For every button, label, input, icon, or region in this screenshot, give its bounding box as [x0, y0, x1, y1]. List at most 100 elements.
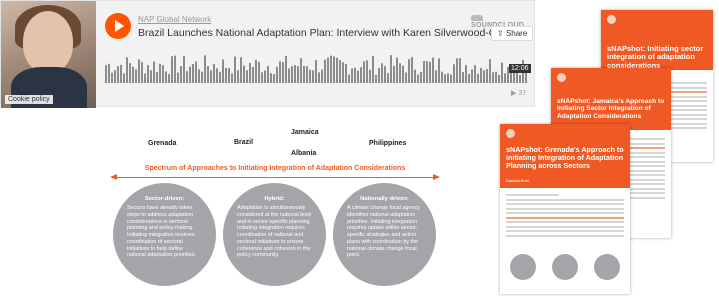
waveform-bar	[399, 63, 401, 83]
waveform-bar	[318, 72, 320, 83]
waveform-bar	[306, 66, 308, 83]
waveform-bar	[483, 70, 485, 83]
waveform-bar	[249, 62, 251, 83]
waveform-bar	[435, 70, 437, 83]
waveform-bar	[357, 70, 359, 83]
spectrum-arrow-line	[116, 177, 434, 178]
waveform-bar	[219, 71, 221, 83]
waveform-bar	[339, 60, 341, 83]
waveform-bar	[267, 65, 269, 83]
mini-circle	[552, 254, 578, 280]
waveform-bar	[420, 71, 422, 83]
waveform-bar	[261, 72, 263, 83]
waveform-bar	[210, 70, 212, 83]
waveform-bar	[198, 69, 200, 83]
waveform-bar	[369, 69, 371, 83]
arrow-left-icon	[110, 174, 117, 180]
waveform-bar	[108, 63, 110, 83]
waveform-bar	[459, 58, 461, 83]
waveform-bar	[228, 67, 230, 83]
waveform-bar	[480, 67, 482, 83]
waveform-bar	[174, 55, 176, 83]
waveform-bar	[438, 58, 440, 83]
waveform-bar	[408, 59, 410, 83]
waveform-bar	[255, 59, 257, 83]
waveform-bar	[360, 67, 362, 83]
waveform-bar	[441, 71, 443, 83]
country-philippines: Philippines	[369, 140, 407, 147]
waveform-bar	[396, 57, 398, 83]
approach-nationally-driven: Nationally driven: A climate change foca…	[333, 183, 436, 286]
waveform-bar	[336, 57, 338, 83]
play-button[interactable]	[105, 13, 131, 39]
waveform-bar	[474, 65, 476, 83]
waveform-bar	[387, 73, 389, 83]
cookie-policy-link[interactable]: Cookie policy	[5, 95, 53, 104]
waveform-bar	[402, 65, 404, 83]
waveform-bar	[207, 66, 209, 83]
nap-logo-icon	[506, 129, 515, 138]
waveform-bar	[132, 66, 134, 83]
track-title[interactable]: Brazil Launches National Adaptation Plan…	[138, 27, 514, 39]
mini-circle	[510, 254, 536, 280]
waveform-bar	[414, 69, 416, 83]
waveform-bar	[498, 74, 500, 83]
waveform-bar	[519, 74, 521, 83]
waveform-bar	[363, 61, 365, 83]
waveform-bar	[333, 56, 335, 83]
waveform-bar	[282, 62, 284, 83]
country-albania: Albania	[291, 150, 317, 157]
waveform-bar	[180, 66, 182, 83]
waveform-bar	[135, 69, 137, 83]
approach-hybrid: Hybrid: Adaptation is simultaneously con…	[223, 183, 326, 286]
report-thumbnail-front[interactable]: sNAPshot: Grenada's Approach to Initiati…	[500, 124, 630, 294]
waveform-bar	[183, 55, 185, 83]
spectrum-diagram: Grenada Brazil Jamaica Albania Philippin…	[110, 120, 440, 290]
waveform-bar	[138, 59, 140, 83]
waveform-bar	[465, 65, 467, 83]
approach-text: Sectors have already taken steps to addr…	[127, 205, 196, 259]
waveform-bar	[252, 66, 254, 83]
waveform-bar	[477, 73, 479, 83]
waveform-bar	[240, 57, 242, 83]
waveform-bar	[486, 69, 488, 83]
artwork-face	[23, 11, 73, 73]
share-button[interactable]: ⇪ Share	[491, 26, 534, 41]
waveform-bar	[315, 60, 317, 83]
waveform-bar	[309, 69, 311, 83]
waveform-bar	[120, 64, 122, 83]
waveform-bar	[324, 59, 326, 83]
waveform-bar	[216, 68, 218, 83]
spectrum-title: Spectrum of Approaches to Initiating Int…	[144, 165, 406, 172]
waveform-bar	[426, 61, 428, 83]
waveform-bar	[165, 71, 167, 83]
country-jamaica: Jamaica	[291, 129, 319, 136]
soundcloud-player: Cookie policy NAP Global Network Brazil …	[0, 0, 535, 108]
waveform[interactable]	[105, 53, 529, 83]
waveform-bar	[225, 67, 227, 83]
waveform-bar	[444, 74, 446, 83]
waveform-bar	[171, 56, 173, 83]
waveform-bar	[501, 62, 503, 83]
waveform-bar	[447, 73, 449, 83]
waveform-bar	[450, 74, 452, 83]
nap-logo-icon	[607, 15, 616, 24]
waveform-bar	[153, 61, 155, 83]
approach-text: Adaptation is simultaneously considered …	[237, 205, 312, 259]
waveform-bar	[231, 73, 233, 83]
waveform-bar	[276, 66, 278, 83]
waveform-bar	[417, 74, 419, 83]
waveform-bar	[150, 70, 152, 83]
waveform-bar	[105, 65, 107, 83]
report-title: sNAPshot: Jamaica's Approach to Initiati…	[557, 98, 665, 120]
waveform-bar	[423, 60, 425, 83]
waveform-bar	[471, 69, 473, 83]
waveform-bar	[264, 70, 266, 83]
waveform-bar	[201, 71, 203, 83]
artist-link[interactable]: NAP Global Network	[138, 15, 211, 24]
waveform-bar	[111, 72, 113, 83]
waveform-bar	[372, 55, 374, 83]
track-artwork[interactable]: Cookie policy	[1, 1, 96, 108]
waveform-bar	[234, 56, 236, 83]
waveform-bar	[186, 71, 188, 83]
